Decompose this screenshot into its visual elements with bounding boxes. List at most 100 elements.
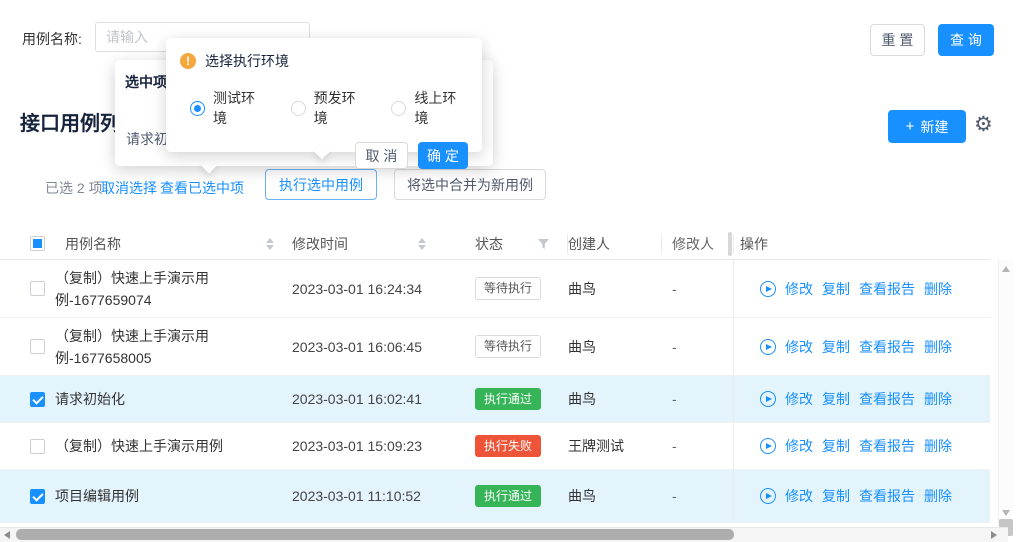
case-name-label: 用例名称: [22, 29, 82, 49]
radio-icon[interactable] [291, 101, 306, 116]
table-row[interactable]: （复制）快速上手演示用例-1677658005 2023-03-01 16:06… [0, 318, 990, 376]
column-divider [728, 232, 732, 256]
modified-time: 2023-03-01 16:06:45 [290, 318, 470, 375]
plus-icon: + [906, 119, 915, 134]
radio-label: 预发环境 [314, 88, 368, 128]
edit-link[interactable]: 修改 [785, 279, 813, 299]
radio-label: 测试环境 [213, 88, 267, 128]
table-row[interactable]: （复制）快速上手演示用例-1677659074 2023-03-01 16:24… [0, 260, 990, 318]
page-title: 接口用例列 [20, 107, 120, 136]
modifier: - [662, 260, 733, 317]
copy-link[interactable]: 复制 [822, 486, 850, 506]
modifier: - [662, 470, 733, 522]
delete-link[interactable]: 删除 [924, 389, 952, 409]
row-checkbox[interactable] [30, 489, 45, 504]
scroll-left-icon[interactable] [4, 531, 10, 539]
deselect-link[interactable]: 取消选择 [101, 178, 157, 198]
edit-link[interactable]: 修改 [785, 486, 813, 506]
radio-prod-env[interactable]: 线上环境 [391, 88, 468, 128]
cancel-button[interactable]: 取 消 [355, 142, 408, 169]
view-report-link[interactable]: 查看报告 [859, 436, 915, 456]
view-report-link[interactable]: 查看报告 [859, 337, 915, 357]
row-checkbox[interactable] [30, 339, 45, 354]
warning-icon: ! [180, 53, 196, 69]
modified-time: 2023-03-01 16:02:41 [290, 376, 470, 422]
case-name: （复制）快速上手演示用例-1677658005 [55, 325, 231, 369]
delete-link[interactable]: 删除 [924, 436, 952, 456]
radio-label: 线上环境 [414, 88, 468, 128]
radio-icon[interactable] [391, 101, 406, 116]
radio-test-env[interactable]: 测试环境 [190, 88, 267, 128]
horizontal-scrollbar-thumb[interactable] [16, 529, 734, 540]
creator: 曲鸟 [568, 470, 662, 522]
status-badge: 执行失败 [475, 435, 541, 457]
row-checkbox[interactable] [30, 439, 45, 454]
edit-link[interactable]: 修改 [785, 389, 813, 409]
edit-link[interactable]: 修改 [785, 436, 813, 456]
modified-time: 2023-03-01 11:10:52 [290, 470, 470, 522]
run-icon[interactable] [760, 391, 776, 407]
modifier: - [662, 318, 733, 375]
confirm-button[interactable]: 确 定 [418, 142, 468, 169]
scroll-up-icon[interactable] [1002, 266, 1010, 272]
view-selected-link[interactable]: 查看已选中项 [160, 178, 244, 198]
selected-popover-title: 选中项 [125, 72, 167, 92]
case-name: （复制）快速上手演示用例-1677659074 [55, 267, 231, 311]
search-button[interactable]: 查 询 [938, 24, 994, 56]
env-popover: ! 选择执行环境 测试环境 预发环境 线上环境 取 消 确 定 [166, 38, 482, 152]
radio-selected-icon[interactable] [190, 101, 205, 116]
table-row[interactable]: 请求初始化 2023-03-01 16:02:41 执行通过 曲鸟 - 修改 复… [0, 376, 990, 423]
header-modified: 修改时间 [292, 234, 348, 254]
header-modifier: 修改人 [672, 234, 714, 254]
creator: 曲鸟 [568, 260, 662, 317]
modified-time: 2023-03-01 16:24:34 [290, 260, 470, 317]
creator: 王牌测试 [568, 423, 662, 469]
sort-icon[interactable] [418, 238, 426, 250]
copy-link[interactable]: 复制 [822, 436, 850, 456]
scroll-down-icon[interactable] [1002, 510, 1010, 516]
modifier: - [662, 423, 733, 469]
sort-icon[interactable] [266, 238, 274, 250]
copy-link[interactable]: 复制 [822, 389, 850, 409]
scroll-right-icon[interactable] [991, 531, 997, 539]
header-status: 状态 [475, 234, 503, 254]
table-row[interactable]: 项目编辑用例 2023-03-01 11:10:52 执行通过 曲鸟 - 修改 … [0, 470, 990, 523]
delete-link[interactable]: 删除 [924, 337, 952, 357]
delete-link[interactable]: 删除 [924, 279, 952, 299]
case-name: 请求初始化 [55, 388, 231, 410]
view-report-link[interactable]: 查看报告 [859, 279, 915, 299]
merge-selected-button[interactable]: 将选中合并为新用例 [394, 169, 546, 200]
filter-funnel-icon[interactable] [538, 239, 549, 249]
vertical-scrollbar[interactable] [998, 260, 1013, 526]
case-name: （复制）快速上手演示用例 [55, 435, 231, 457]
copy-link[interactable]: 复制 [822, 337, 850, 357]
status-badge: 执行通过 [475, 485, 541, 507]
run-icon[interactable] [760, 438, 776, 454]
view-report-link[interactable]: 查看报告 [859, 389, 915, 409]
header-actions: 操作 [733, 234, 990, 254]
edit-link[interactable]: 修改 [785, 337, 813, 357]
row-checkbox[interactable] [30, 392, 45, 407]
delete-link[interactable]: 删除 [924, 486, 952, 506]
table-row[interactable]: （复制）快速上手演示用例 2023-03-01 15:09:23 执行失败 王牌… [0, 423, 990, 470]
reset-button[interactable]: 重 置 [870, 24, 925, 56]
row-checkbox[interactable] [30, 281, 45, 296]
copy-link[interactable]: 复制 [822, 279, 850, 299]
header-creator: 创建人 [568, 234, 662, 254]
run-icon[interactable] [760, 488, 776, 504]
header-name: 用例名称 [65, 234, 121, 254]
api-case-page: 用例名称: 重 置 查 询 接口用例列 + 新建 ⚙ 已选 2 项 取消选择 查… [0, 0, 1024, 542]
execute-selected-button[interactable]: 执行选中用例 [265, 169, 377, 200]
view-report-link[interactable]: 查看报告 [859, 486, 915, 506]
new-case-button[interactable]: + 新建 [888, 110, 966, 143]
run-icon[interactable] [760, 281, 776, 297]
selected-popover-item: 请求初 [126, 129, 168, 149]
select-all-checkbox[interactable] [30, 236, 45, 251]
run-icon[interactable] [760, 339, 776, 355]
status-badge: 等待执行 [475, 277, 541, 299]
radio-staging-env[interactable]: 预发环境 [291, 88, 368, 128]
env-popover-title: 选择执行环境 [205, 51, 289, 71]
settings-gear-icon[interactable]: ⚙ [974, 112, 993, 137]
creator: 曲鸟 [568, 318, 662, 375]
new-button-label: 新建 [920, 117, 948, 137]
